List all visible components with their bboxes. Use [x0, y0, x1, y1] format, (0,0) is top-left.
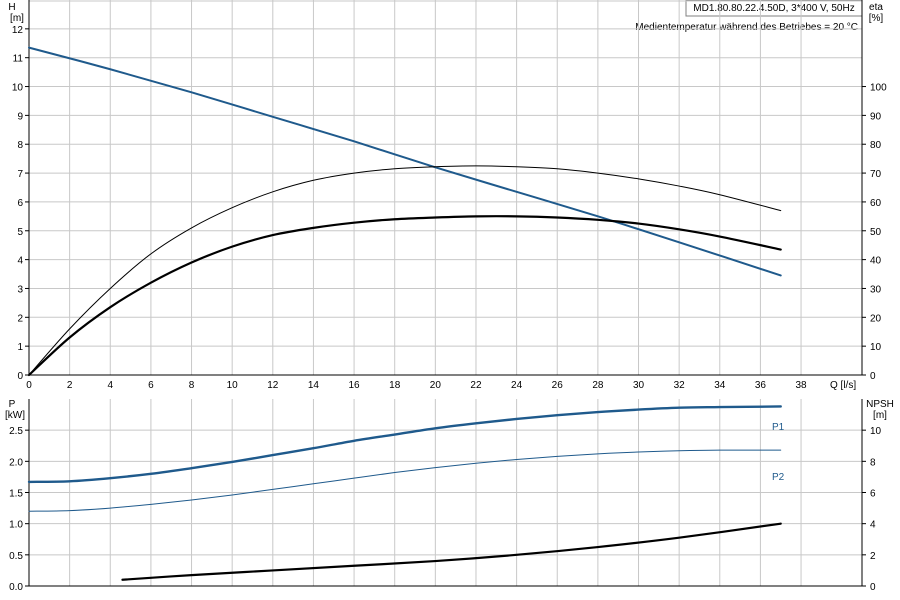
y-right-tick-label: 80: [870, 140, 882, 151]
series-label-p2: P2: [772, 472, 785, 483]
y-left-tick-label: 1.0: [9, 520, 23, 531]
y-right-tick-label: 2: [870, 551, 876, 562]
x-tick-label: 34: [714, 380, 726, 391]
x-tick-label: 30: [633, 380, 645, 391]
y-right-tick-label: 4: [870, 520, 876, 531]
y-right-tick-label: 10: [870, 342, 882, 353]
y-left-tick-label: 4: [17, 256, 23, 267]
x-tick-label: 16: [349, 380, 361, 391]
y-left-tick-label: 5: [17, 227, 23, 238]
power-npsh-p2-curve: [28, 449, 782, 512]
header-model-text: MD1.80.80.22.4.50D, 3*400 V, 50Hz: [693, 3, 854, 14]
y-right-tick-label: 90: [870, 111, 882, 122]
npsh-axis-title-line1: NPSH: [866, 399, 894, 410]
y-left-tick-label: 0: [17, 371, 23, 382]
x-tick-label: 20: [430, 380, 442, 391]
y-right-tick-label: 50: [870, 227, 882, 238]
y-left-tick-label: 6: [17, 198, 23, 209]
power-npsh-series: [27, 405, 782, 581]
x-tick-label: 8: [189, 380, 195, 391]
y-left-tick-label: 1.5: [9, 489, 23, 500]
x-tick-label: 18: [389, 380, 401, 391]
performance-head-curve: [28, 46, 782, 277]
x-tick-label: 14: [308, 380, 320, 391]
y-left-tick-label: 2: [17, 313, 23, 324]
power-npsh-tick-labels: 0.0 0.5 1.0 1.5 2.0 2.5 0 2 4 6 8 10: [9, 426, 881, 593]
y-left-tick-label: 0.5: [9, 551, 23, 562]
y-right-tick-label: 6: [870, 489, 876, 500]
x-tick-label: 22: [470, 380, 482, 391]
x-tick-label: 6: [148, 380, 154, 391]
power-npsh-p1-curve: [27, 405, 782, 484]
performance-grid: [29, 0, 862, 375]
x-tick-label: 24: [511, 380, 523, 391]
npsh-axis-title-line2: [m]: [873, 410, 887, 421]
x-tick-label: 2: [67, 380, 73, 391]
y-right-tick-label: 30: [870, 284, 882, 295]
x-tick-label: 28: [592, 380, 604, 391]
y-right-tick-label: 60: [870, 198, 882, 209]
y-left-tick-label: 1: [17, 342, 23, 353]
y-right-tick-label: 70: [870, 169, 882, 180]
power-axis-title-line2: [kW]: [5, 410, 25, 421]
eta-axis-title-line2: [%]: [869, 13, 884, 24]
y-right-tick-label: 0: [870, 582, 876, 593]
y-left-tick-label: 12: [12, 25, 24, 36]
x-tick-label: 4: [107, 380, 113, 391]
y-left-tick-label: 11: [13, 54, 24, 65]
y-right-tick-label: 10: [870, 426, 882, 437]
x-tick-label: 0: [26, 380, 32, 391]
x-tick-label: 36: [755, 380, 767, 391]
y-left-tick-label: 2.5: [9, 426, 23, 437]
performance-panel: 0 2 4 6 8 10 12 14 16 18 20 22 24 26 28 30 32 34 36 3801234…: [8, 0, 887, 391]
x-tick-label: 32: [674, 380, 686, 391]
header-temperature-note: Medientemperatur während des Betriebes =…: [635, 22, 858, 33]
y-right-tick-label: 100: [870, 83, 887, 94]
performance-series: [27, 46, 782, 377]
head-axis-title-line1: H: [8, 2, 15, 13]
y-left-tick-label: 2.0: [9, 457, 23, 468]
performance-efficiency-upper-curve: [28, 165, 782, 376]
head-axis-title-line2: [m]: [10, 13, 24, 24]
y-left-tick-label: 7: [17, 169, 23, 180]
x-tick-label: 38: [795, 380, 807, 391]
pump-curve-figure: MD1.80.80.22.4.50D, 3*400 V, 50Hz Medien…: [5, 0, 894, 593]
performance-efficiency-lower-curve: [27, 215, 782, 377]
performance-tick-labels: 0 2 4 6 8 10 12 14 16 18 20 22 24 26 28 30 32 34 36 3801234…: [12, 25, 887, 391]
y-right-tick-label: 40: [870, 256, 882, 267]
x-tick-label: 26: [552, 380, 564, 391]
eta-axis-title-line1: eta: [869, 2, 883, 13]
y-left-tick-label: 8: [17, 140, 23, 151]
power-npsh-npsh-curve: [121, 522, 782, 581]
y-right-tick-label: 20: [870, 313, 882, 324]
y-left-tick-label: 10: [12, 83, 24, 94]
power-axis-title-line1: P: [9, 399, 16, 410]
y-right-tick-label: 0: [870, 371, 876, 382]
y-right-tick-label: 8: [870, 457, 876, 468]
y-left-tick-label: 0.0: [9, 582, 23, 593]
x-tick-label: 12: [267, 380, 279, 391]
flow-axis-title: Q [l/s]: [830, 380, 856, 391]
y-left-tick-label: 9: [17, 111, 23, 122]
series-label-p1: P1: [772, 422, 785, 433]
power-npsh-panel: 0.0 0.5 1.0 1.5 2.0 2.5 0 2 4 6 8 10 P [kW] NPSH [m…: [5, 399, 894, 593]
y-left-tick-label: 3: [17, 284, 23, 295]
x-tick-label: 10: [227, 380, 239, 391]
header-model-box: MD1.80.80.22.4.50D, 3*400 V, 50Hz: [685, 0, 863, 17]
